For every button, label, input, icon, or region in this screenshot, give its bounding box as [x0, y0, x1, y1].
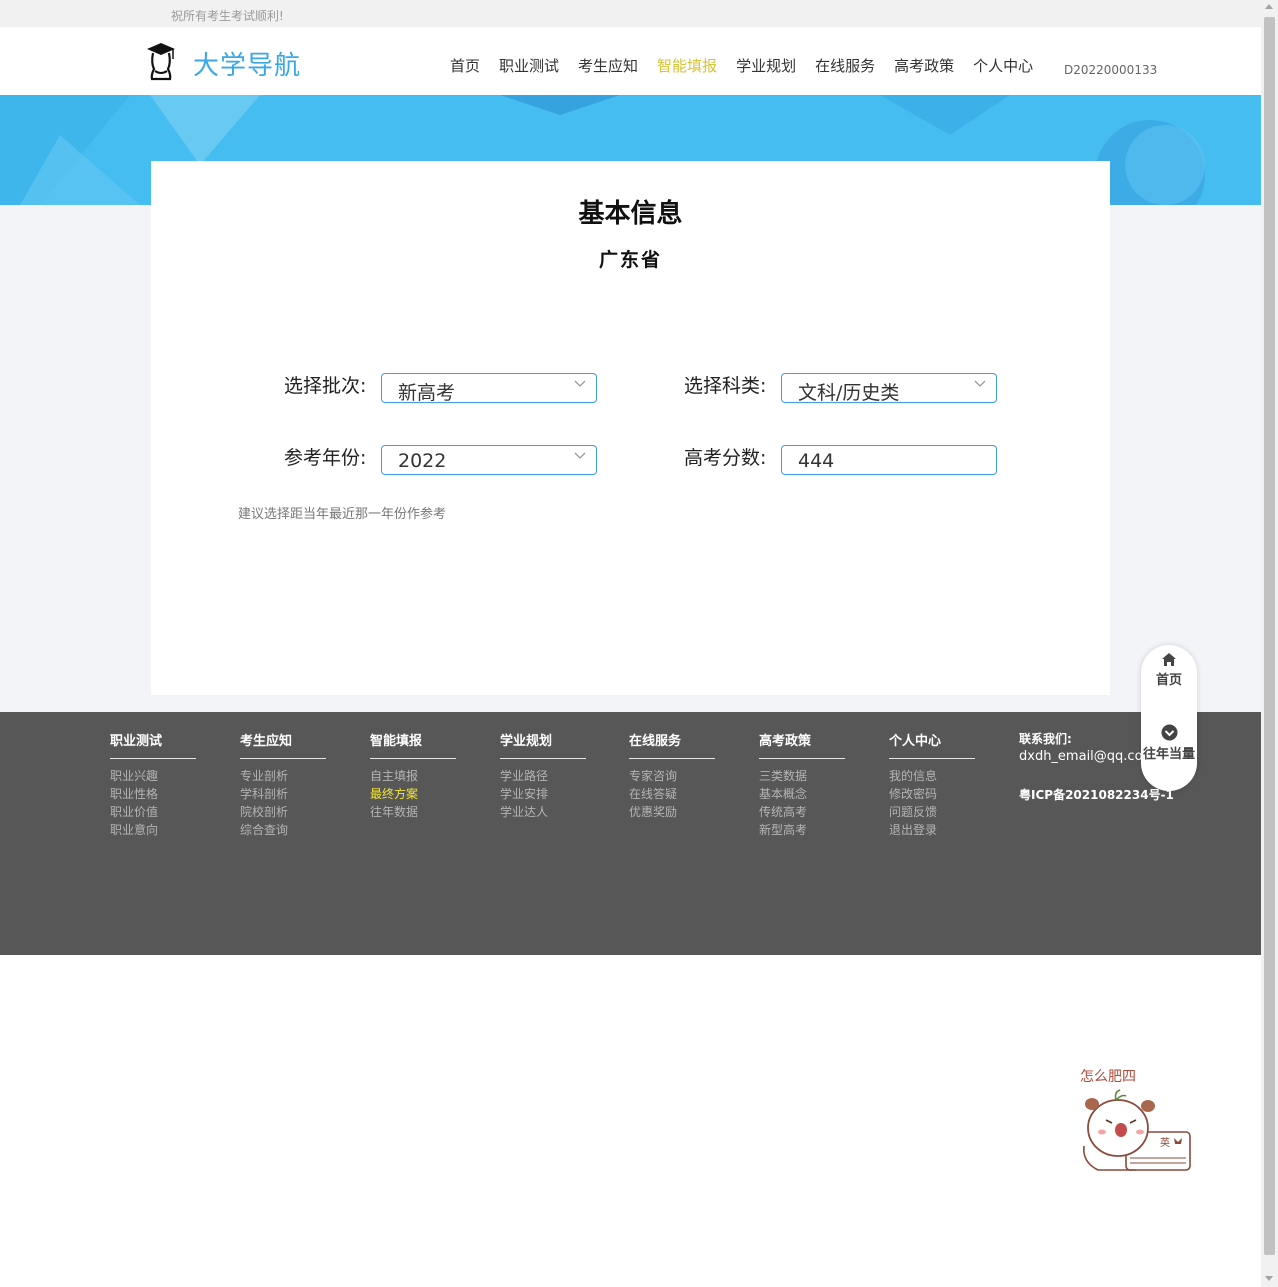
footer-link[interactable]: 自主填报	[370, 767, 456, 785]
footer-link[interactable]: 学业安排	[500, 785, 586, 803]
year-value: 2022	[398, 450, 447, 472]
scrollbar-thumb[interactable]	[1264, 17, 1275, 1255]
footer-heading[interactable]: 个人中心	[889, 730, 975, 759]
footer-link[interactable]: 学科剖析	[240, 785, 326, 803]
footer-link[interactable]: 传统高考	[759, 803, 845, 821]
chevron-down-icon	[574, 380, 586, 387]
basic-info-card: 基本信息 广东省 选择批次: 新高考 选择科类: 文科/历史类 参考年份: 20…	[151, 161, 1110, 695]
year-hint: 建议选择距当年最近那一年份作参考	[238, 507, 447, 522]
batch-select[interactable]: 新高考	[381, 373, 597, 404]
float-equivalent-label: 往年当量	[1142, 747, 1195, 762]
home-icon	[1162, 653, 1176, 666]
footer-link[interactable]: 往年数据	[370, 803, 456, 821]
footer-link[interactable]: 基本概念	[759, 785, 845, 803]
footer-link[interactable]: 我的信息	[889, 767, 975, 785]
footer-link[interactable]: 问题反馈	[889, 803, 975, 821]
footer-heading[interactable]: 在线服务	[629, 730, 715, 759]
footer-col-personal-center: 个人中心 我的信息 修改密码 问题反馈 退出登录	[889, 730, 975, 839]
footer-link[interactable]: 职业价值	[110, 803, 196, 821]
chevron-down-icon	[574, 452, 586, 459]
notice-text: 祝所有考生考试顺利!	[171, 9, 284, 23]
scroll-down-arrow-icon[interactable]	[1265, 1276, 1273, 1281]
footer-link[interactable]: 学业达人	[500, 803, 586, 821]
float-home-button[interactable]: 首页	[1141, 652, 1197, 688]
footer-heading[interactable]: 考生应知	[240, 730, 326, 759]
user-id[interactable]: D20220000133	[1064, 63, 1157, 77]
footer-heading[interactable]: 智能填报	[370, 730, 456, 759]
nav-smart-apply[interactable]: 智能填报	[657, 55, 717, 76]
site-header: 大学导航 首页 职业测试 考生应知 智能填报 学业规划 在线服务 高考政策 个人…	[0, 27, 1261, 95]
footer-link[interactable]: 专业剖析	[240, 767, 326, 785]
footer-link[interactable]: 修改密码	[889, 785, 975, 803]
site-footer: 职业测试 职业兴趣 职业性格 职业价值 职业意向 考生应知 专业剖析 学科剖析 …	[0, 712, 1261, 955]
nav-home[interactable]: 首页	[450, 55, 480, 76]
footer-col-study-plan: 学业规划 学业路径 学业安排 学业达人	[500, 730, 586, 821]
footer-link[interactable]: 院校剖析	[240, 803, 326, 821]
footer-heading[interactable]: 学业规划	[500, 730, 586, 759]
footer-link[interactable]: 在线答疑	[629, 785, 715, 803]
scroll-up-arrow-icon[interactable]	[1265, 4, 1273, 9]
score-input[interactable]: 444	[781, 445, 997, 475]
brand-name[interactable]: 大学导航	[193, 45, 301, 82]
footer-link[interactable]: 新型高考	[759, 821, 845, 839]
chevron-down-icon	[974, 380, 986, 387]
subject-label: 选择科类:	[684, 375, 767, 397]
nav-candidate-info[interactable]: 考生应知	[578, 55, 638, 76]
mascot-image: 英	[1082, 1089, 1191, 1171]
nav-study-plan[interactable]: 学业规划	[736, 55, 796, 76]
top-notice-bar: 祝所有考生考试顺利!	[0, 0, 1261, 27]
nav-online-service[interactable]: 在线服务	[815, 55, 875, 76]
mascot-sticker: 怎么肥四 英	[1076, 1066, 1196, 1176]
mascot-book-text: 英	[1160, 1136, 1170, 1149]
footer-link[interactable]: 职业意向	[110, 821, 196, 839]
footer-link[interactable]: 职业性格	[110, 785, 196, 803]
float-home-label: 首页	[1155, 673, 1182, 688]
footer-link[interactable]: 三类数据	[759, 767, 845, 785]
footer-heading[interactable]: 高考政策	[759, 730, 845, 759]
chevron-down-circle-icon	[1161, 724, 1177, 741]
subject-value: 文科/历史类	[798, 382, 900, 404]
footer-col-online-service: 在线服务 专家咨询 在线答疑 优惠奖励	[629, 730, 715, 821]
footer-link[interactable]: 职业兴趣	[110, 767, 196, 785]
graduate-logo-icon	[147, 43, 175, 81]
footer-heading[interactable]: 职业测试	[110, 730, 196, 759]
province-label: 广东省	[598, 249, 662, 271]
footer-link[interactable]: 优惠奖励	[629, 803, 715, 821]
batch-value: 新高考	[398, 382, 456, 404]
footer-col-exam-policy: 高考政策 三类数据 基本概念 传统高考 新型高考	[759, 730, 845, 839]
footer-link[interactable]: 学业路径	[500, 767, 586, 785]
page-scrollbar[interactable]	[1261, 0, 1278, 1287]
page-title: 基本信息	[578, 199, 683, 229]
subject-select[interactable]: 文科/历史类	[781, 373, 997, 404]
nav-career-test[interactable]: 职业测试	[499, 55, 559, 76]
year-label: 参考年份:	[284, 447, 367, 469]
footer-link-active[interactable]: 最终方案	[370, 785, 456, 803]
batch-label: 选择批次:	[284, 375, 367, 397]
year-select[interactable]: 2022	[381, 445, 597, 475]
footer-col-career-test: 职业测试 职业兴趣 职业性格 职业价值 职业意向	[110, 730, 196, 839]
nav-exam-policy[interactable]: 高考政策	[894, 55, 954, 76]
icp-record[interactable]: 粤ICP备2021082234号-1	[1019, 786, 1174, 803]
footer-link[interactable]: 专家咨询	[629, 767, 715, 785]
footer-col-smart-apply: 智能填报 自主填报 最终方案 往年数据	[370, 730, 456, 821]
footer-col-candidate-info: 考生应知 专业剖析 学科剖析 院校剖析 综合查询	[240, 730, 326, 839]
main-nav: 首页 职业测试 考生应知 智能填报 学业规划 在线服务 高考政策 个人中心	[450, 55, 1052, 76]
footer-link[interactable]: 综合查询	[240, 821, 326, 839]
nav-personal-center[interactable]: 个人中心	[973, 55, 1033, 76]
score-label: 高考分数:	[684, 447, 767, 469]
floating-nav: 首页 往年当量	[1141, 645, 1197, 791]
footer-link[interactable]: 退出登录	[889, 821, 975, 839]
score-value: 444	[798, 450, 835, 472]
float-equivalent-button[interactable]: 往年当量	[1141, 724, 1197, 762]
